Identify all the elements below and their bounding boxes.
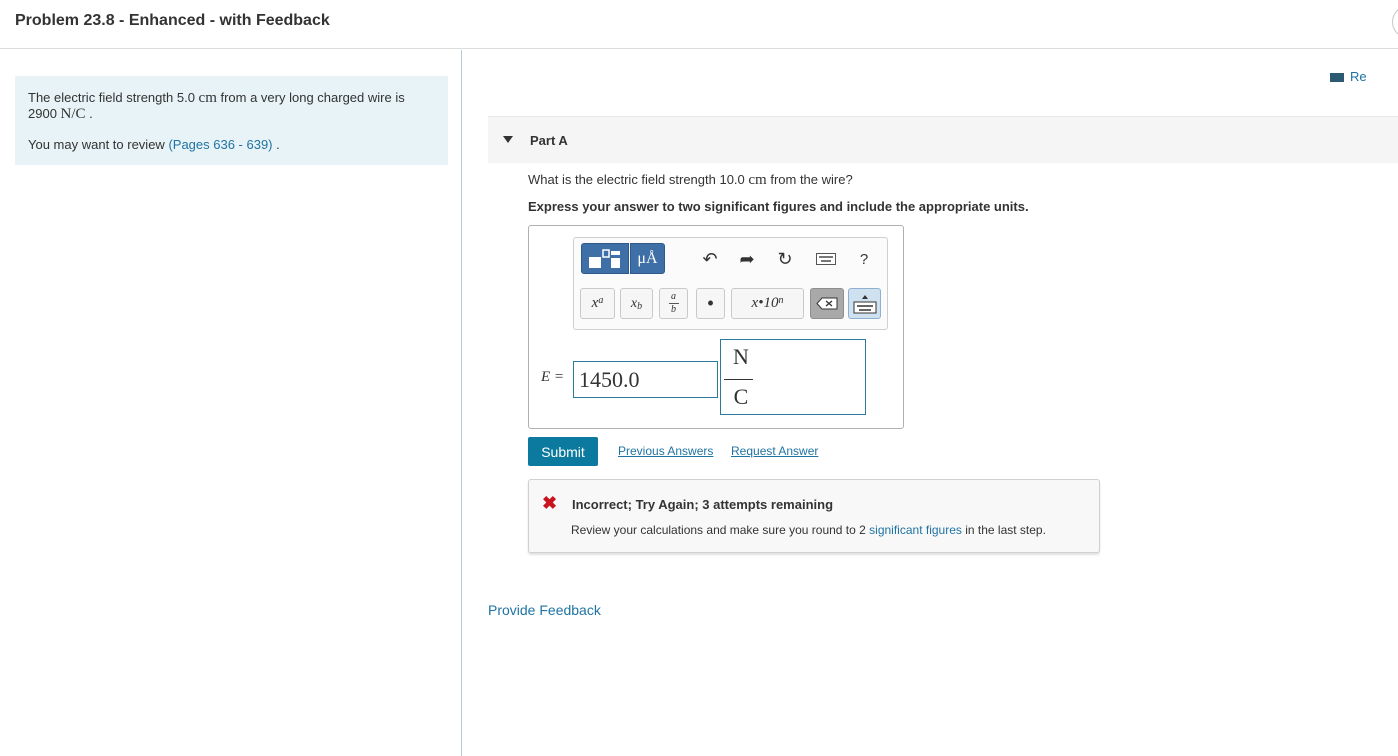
request-answer-link[interactable]: Request Answer — [731, 444, 818, 458]
unit-fraction-bar — [724, 379, 753, 380]
question-part: What is the electric field strength 10.0 — [528, 172, 749, 187]
keyboard-glyph-icon — [816, 253, 836, 265]
scientific-notation-button[interactable]: x•10 n — [731, 288, 804, 319]
question-text: What is the electric field strength 10.0… — [528, 172, 853, 189]
subscript-button[interactable]: xb — [620, 288, 653, 319]
review-link[interactable]: Re — [1330, 69, 1367, 84]
templates-button[interactable] — [581, 243, 629, 274]
feedback-message-part: in the last step. — [961, 523, 1046, 537]
column-divider — [461, 50, 462, 756]
units-button[interactable]: μÅ — [630, 243, 665, 274]
book-icon — [1330, 73, 1344, 83]
part-a-header[interactable]: Part A — [488, 116, 1398, 163]
previous-answers-link[interactable]: Previous Answers — [618, 444, 713, 458]
backspace-icon — [816, 297, 838, 310]
provide-feedback-link[interactable]: Provide Feedback — [488, 602, 601, 618]
header-circle-button[interactable] — [1392, 6, 1398, 38]
undo-icon[interactable]: ↶ — [700, 248, 720, 270]
fraction-button[interactable]: ab — [659, 288, 688, 319]
intro-text: The electric field strength 5.0 cm from … — [28, 90, 428, 122]
significant-figures-link[interactable]: significant figures — [869, 523, 962, 537]
collapse-triangle-icon — [503, 136, 513, 143]
review-prefix: You may want to review — [28, 137, 169, 152]
unit-denominator: C — [733, 384, 749, 409]
keyboard-toggle-icon — [853, 294, 876, 313]
redo-icon[interactable]: ➦ — [737, 248, 757, 270]
frac-den: b — [671, 304, 676, 315]
instruction-text: Express your answer to two significant f… — [528, 199, 1029, 214]
review-text: You may want to review (Pages 636 - 639)… — [28, 137, 280, 152]
templates-icon — [589, 248, 620, 268]
reset-icon[interactable]: ↻ — [775, 248, 795, 270]
error-x-icon: ✖ — [542, 493, 558, 513]
answer-variable-label: E = — [541, 369, 565, 385]
keyboard-icon[interactable] — [816, 253, 836, 265]
problem-intro: The electric field strength 5.0 cm from … — [15, 76, 448, 165]
feedback-message: Review your calculations and make sure y… — [571, 523, 1046, 537]
feedback-panel: ✖ Incorrect; Try Again; 3 attempts remai… — [528, 479, 1100, 553]
intro-unit-cm: cm — [198, 90, 217, 106]
feedback-message-part: Review your calculations and make sure y… — [571, 523, 870, 537]
question-unit: cm — [748, 172, 767, 188]
submit-button[interactable]: Submit — [528, 437, 598, 466]
question-part: from the wire? — [766, 172, 853, 187]
page-title: Problem 23.8 - Enhanced - with Feedback — [15, 12, 330, 29]
intro-unit-nc: N/C — [60, 106, 86, 122]
intro-text-part: The electric field strength 5.0 — [28, 90, 199, 105]
frac-num: a — [671, 291, 676, 302]
intro-text-part: . — [85, 106, 93, 121]
math-toolbar: μÅ ↶ ➦ ↻ ? xa xb ab • x•10 n — [573, 237, 888, 330]
feedback-status: Incorrect; Try Again; 3 attempts remaini… — [572, 497, 834, 512]
unit-numerator: N — [733, 344, 749, 369]
virtual-keyboard-button[interactable] — [848, 288, 881, 319]
superscript-button[interactable]: xa — [580, 288, 615, 319]
fraction-icon: ab — [668, 291, 679, 315]
part-label: Part A — [530, 133, 568, 148]
review-pages-link[interactable]: (Pages 636 - 639) — [168, 137, 272, 152]
backspace-button[interactable] — [810, 288, 844, 319]
help-button[interactable]: ? — [854, 248, 874, 270]
value-input[interactable]: 1450.0 — [573, 361, 718, 398]
review-suffix: . — [272, 137, 280, 152]
multiply-dot-button[interactable]: • — [696, 288, 725, 319]
header: Problem 23.8 - Enhanced - with Feedback — [0, 0, 1398, 49]
review-link-label: Re — [1350, 69, 1367, 84]
unit-input[interactable]: N C — [720, 339, 866, 415]
answer-box: μÅ ↶ ➦ ↻ ? xa xb ab • x•10 n E = 1450.0 N… — [528, 225, 904, 429]
